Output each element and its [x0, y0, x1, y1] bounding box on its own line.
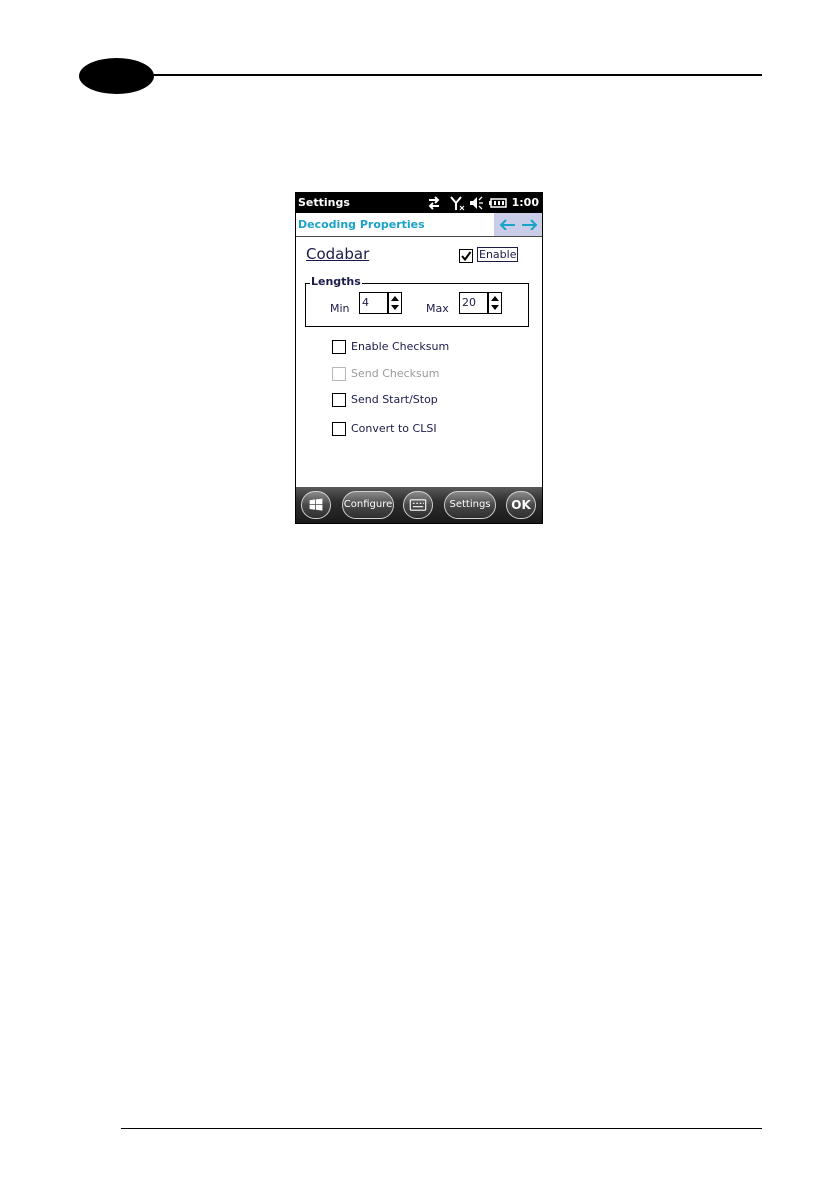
configure-button[interactable]: Configure: [342, 491, 394, 519]
symbology-title: Codabar: [306, 245, 370, 263]
send-start-stop-checkbox[interactable]: [332, 393, 346, 407]
min-up-icon[interactable]: [389, 293, 401, 303]
back-arrow-icon[interactable]: [498, 218, 516, 230]
min-down-icon[interactable]: [389, 303, 401, 313]
nav-arrows: [494, 213, 542, 236]
status-time: 1:00: [511, 196, 539, 209]
send-checksum-checkbox: [332, 367, 346, 381]
windows-start-icon: [309, 498, 323, 511]
keyboard-button[interactable]: [403, 491, 433, 519]
max-up-icon[interactable]: [489, 293, 501, 303]
send-checksum-label: Send Checksum: [351, 367, 440, 380]
max-down-icon[interactable]: [489, 303, 501, 313]
min-input[interactable]: 4: [359, 292, 388, 314]
keyboard-icon: [409, 499, 427, 511]
header-rule: [118, 74, 762, 76]
start-button[interactable]: [301, 491, 331, 519]
send-start-stop-label: Send Start/Stop: [351, 393, 438, 406]
lengths-title: Lengths: [310, 275, 362, 288]
convert-to-clsi-label: Convert to CLSI: [351, 422, 437, 435]
device-screen: Settings 1:00 Decoding Properties Codaba…: [295, 192, 543, 524]
taskbar: Configure Settings OK: [296, 487, 542, 523]
enable-label: Enable: [477, 247, 519, 262]
footer-rule: [121, 1128, 762, 1129]
min-stepper[interactable]: [388, 292, 402, 314]
enable-checksum-label: Enable Checksum: [351, 340, 450, 353]
max-input[interactable]: 20: [459, 292, 488, 314]
status-bar: Settings 1:00: [296, 193, 542, 213]
enable-checksum-checkbox[interactable]: [332, 340, 346, 354]
enable-checkbox[interactable]: [459, 249, 473, 263]
forward-arrow-icon[interactable]: [521, 218, 539, 230]
max-label: Max: [426, 302, 449, 315]
min-label: Min: [330, 302, 350, 315]
page-title: Decoding Properties: [298, 218, 425, 231]
max-stepper[interactable]: [488, 292, 502, 314]
no-signal-icon: [450, 196, 465, 211]
connectivity-icon: [428, 196, 440, 210]
chapter-tab-oval: [79, 58, 154, 94]
status-title: Settings: [298, 196, 350, 209]
header-bar: Decoding Properties: [296, 213, 542, 237]
settings-button[interactable]: Settings: [444, 491, 496, 519]
mute-icon: [470, 196, 483, 210]
ok-button[interactable]: OK: [506, 491, 536, 519]
battery-icon: [489, 198, 507, 208]
checkmark-icon: [461, 251, 472, 262]
convert-to-clsi-checkbox[interactable]: [332, 422, 346, 436]
